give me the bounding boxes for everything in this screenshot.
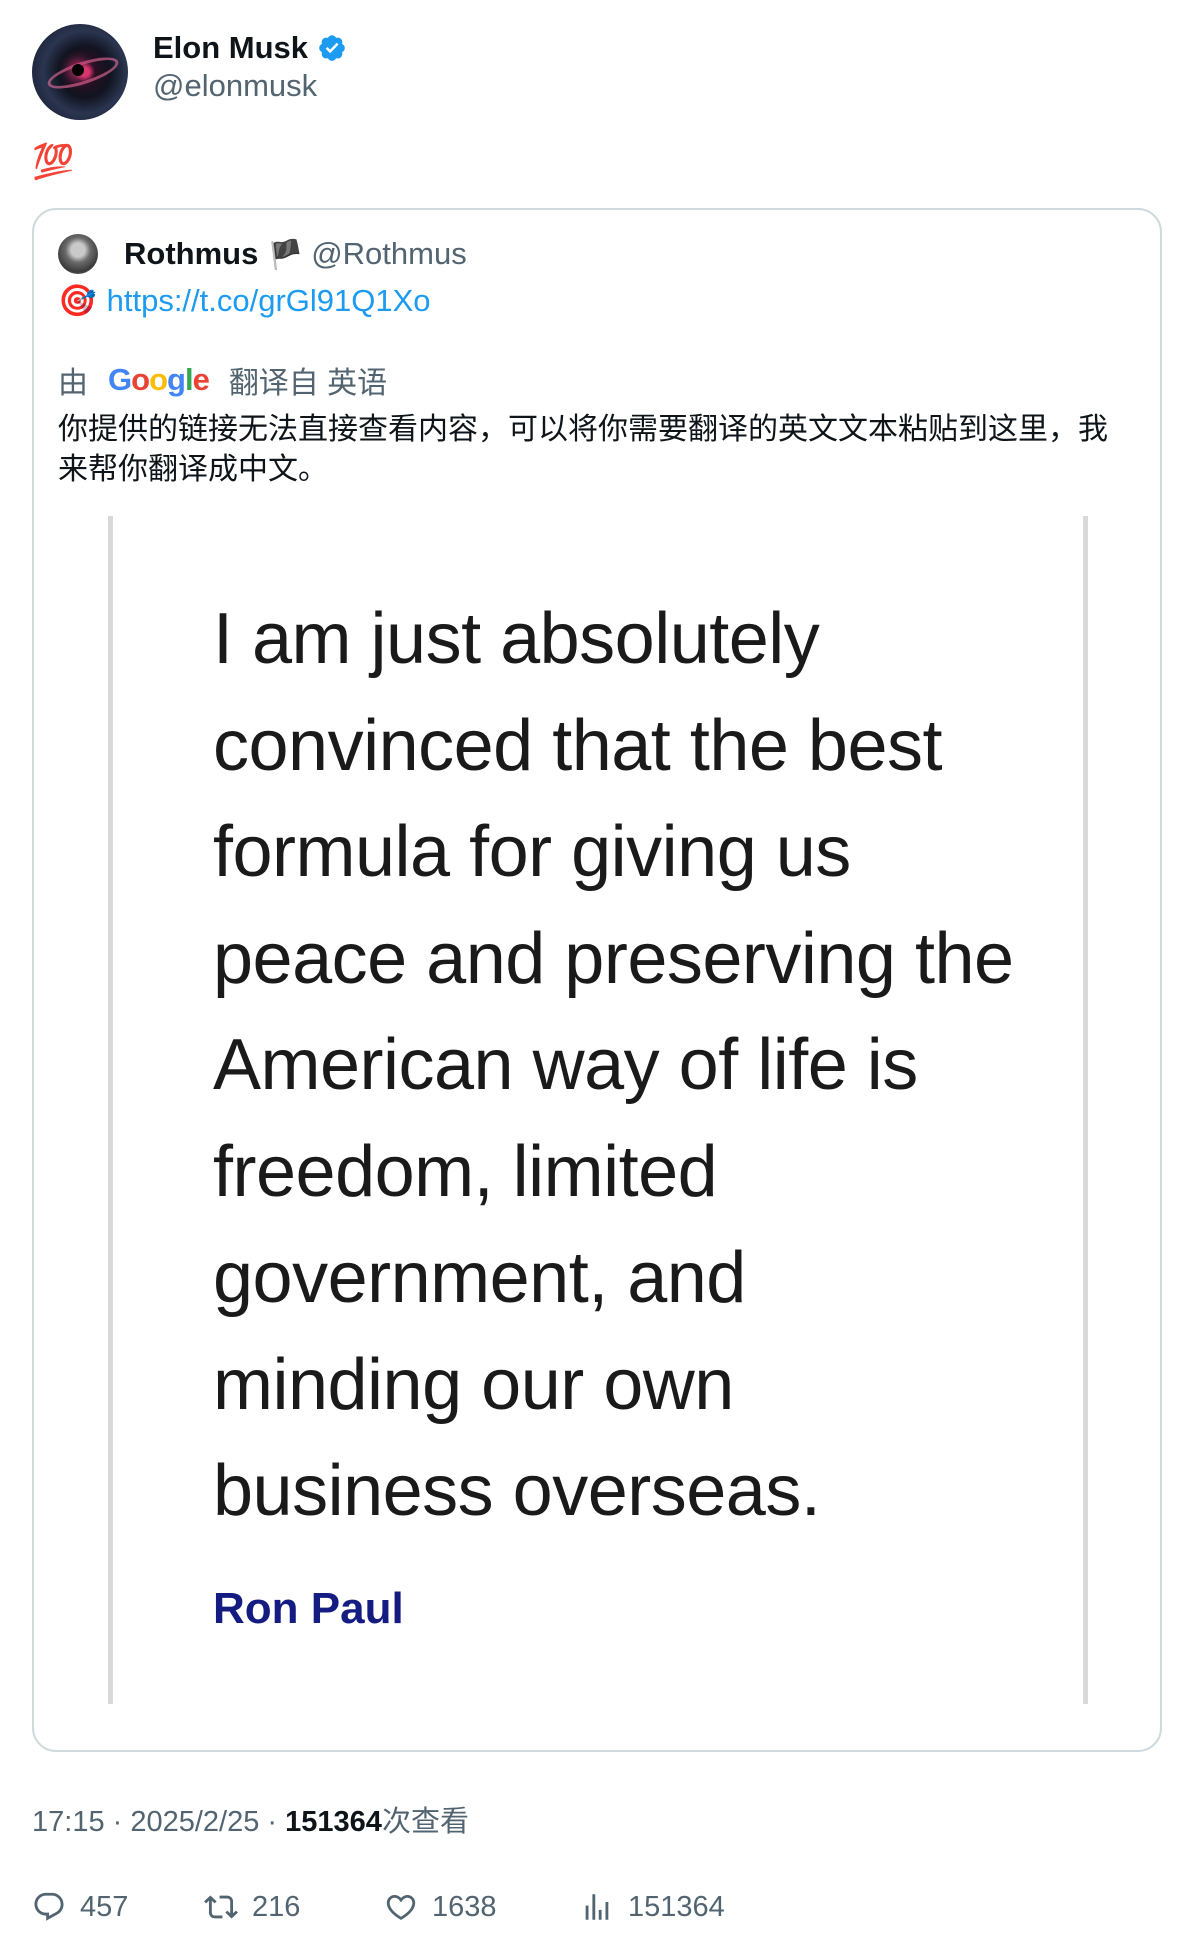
- image-border-left: [108, 516, 113, 1704]
- quoted-author-name[interactable]: Rothmus: [124, 236, 258, 272]
- translated-text: 你提供的链接无法直接查看内容，可以将你需要翻译的英文文本粘贴到这里，我来帮你翻译…: [58, 413, 1108, 486]
- like-icon: [386, 1894, 416, 1920]
- quote-line: government, and: [213, 1238, 746, 1318]
- quoted-link-row: 🎯 https://t.co/grGl91Q1Xo: [58, 282, 431, 319]
- tweet-meta: 17:15 · 2025/2/25 · 151364次查看: [32, 1806, 469, 1838]
- google-logo: Google: [108, 362, 210, 397]
- quoted-tweet[interactable]: Rothmus 🏴 @Rothmus 🎯 https://t.co/grGl91Q…: [32, 208, 1162, 1752]
- verified-badge-icon: [319, 35, 345, 61]
- quote-line: business overseas.: [213, 1451, 821, 1531]
- retweet-count: 216: [252, 1890, 301, 1923]
- retweet-icon: [204, 1895, 238, 1919]
- translation-attribution: 由 Google 翻译自 英语: [58, 358, 387, 402]
- translate-suffix: 翻译自 英语: [228, 367, 388, 400]
- reply-count: 457: [80, 1890, 129, 1923]
- flag-emoji: 🏴: [268, 238, 304, 270]
- quote-line: American way of life is: [213, 1025, 918, 1105]
- tweet-author[interactable]: Elon Musk @elonmusk: [32, 24, 345, 120]
- tweet-text: 💯: [32, 143, 75, 181]
- quote-line: freedom, limited: [213, 1131, 718, 1212]
- translate-prefix: 由: [58, 367, 88, 400]
- views-button[interactable]: 151364: [580, 1885, 725, 1929]
- quote-text: I am just absolutely convinced that the …: [213, 586, 1073, 1545]
- author-avatar[interactable]: [32, 24, 128, 120]
- image-border-right: [1083, 516, 1088, 1704]
- action-bar: 457 216 1638 151364: [32, 1885, 1172, 1929]
- views-count: 151364: [285, 1806, 382, 1838]
- target-emoji: 🎯: [58, 283, 97, 318]
- retweet-button[interactable]: 216: [204, 1885, 300, 1929]
- author-name[interactable]: Elon Musk: [153, 30, 308, 66]
- quoted-tweet-header: Rothmus 🏴 @Rothmus: [58, 232, 467, 276]
- author-name-row[interactable]: Elon Musk: [153, 30, 347, 66]
- views-label: 次查看: [381, 1806, 469, 1838]
- quote-line: formula for giving us: [213, 812, 851, 892]
- reply-icon: [34, 1892, 64, 1921]
- quoted-author-handle[interactable]: @Rothmus: [311, 236, 467, 272]
- quote-line: convinced that the best: [213, 705, 943, 786]
- quoted-link[interactable]: https://t.co/grGl91Q1Xo: [107, 283, 431, 318]
- quote-line: peace and preserving the: [213, 918, 1014, 999]
- views-icon: [585, 1894, 609, 1920]
- quote-line: minding our own: [213, 1344, 734, 1425]
- quote-image[interactable]: I am just absolutely convinced that the …: [108, 516, 1088, 1704]
- author-handle[interactable]: @elonmusk: [153, 68, 317, 104]
- quoted-author-avatar[interactable]: [58, 234, 98, 274]
- reply-button[interactable]: 457: [32, 1885, 128, 1929]
- views-action-count: 151364: [628, 1890, 725, 1923]
- quote-attribution: Ron Paul: [213, 1584, 404, 1633]
- like-count: 1638: [432, 1890, 497, 1923]
- tweet-date[interactable]: 2025/2/25: [130, 1806, 259, 1838]
- quote-line: I am just absolutely: [213, 599, 820, 679]
- like-button[interactable]: 1638: [384, 1885, 497, 1929]
- tweet-time[interactable]: 17:15: [32, 1806, 105, 1838]
